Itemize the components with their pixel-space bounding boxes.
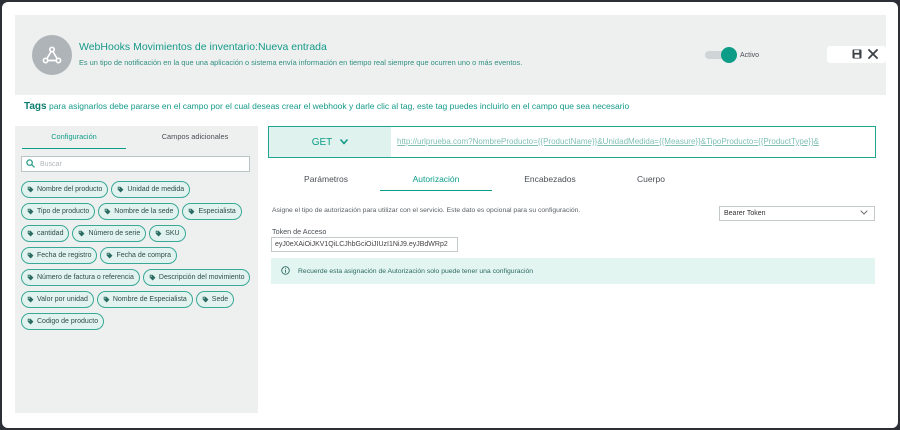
auth-type-select[interactable]: Bearer Token xyxy=(719,206,875,221)
search-icon xyxy=(26,155,35,173)
tag-label: cantidad xyxy=(37,230,64,237)
tag-icon xyxy=(27,274,34,281)
auth-note: Asigne el tipo de autorización para util… xyxy=(272,207,581,214)
tag-label: Descripción del movimiento xyxy=(158,274,245,281)
page-description: Es un tipo de notificación en la que una… xyxy=(79,58,523,67)
tag-icon xyxy=(27,296,34,303)
tag-chip[interactable]: Nombre de Especialista xyxy=(96,291,193,308)
url-field[interactable]: http://urlprueba.com?NombreProducto={{Pr… xyxy=(397,137,873,146)
chevron-down-icon xyxy=(860,210,868,217)
token-input[interactable]: eyJ0eXAiOiJKV1QiLCJhbGciOiJIUzI1NiJ9.eyJ… xyxy=(271,237,458,252)
tags-panel-tabs: Configuración Campos adicionales xyxy=(15,131,258,151)
tab-cuerpo[interactable]: Cuerpo xyxy=(598,172,704,191)
tag-label: Fecha de compra xyxy=(116,252,171,259)
webhook-icon xyxy=(32,35,72,75)
tag-icon xyxy=(27,208,34,215)
tab-parametros[interactable]: Parámetros xyxy=(272,172,380,191)
tag-icon xyxy=(189,208,195,215)
toggle-knob xyxy=(721,47,737,63)
tag-chip[interactable]: Nombre de la sede xyxy=(98,203,180,220)
tag-label: Número de factura o referencia xyxy=(37,274,134,281)
tag-label: Codigo de producto xyxy=(37,318,99,325)
tag-chip[interactable]: Especialista xyxy=(182,203,242,220)
tag-chip[interactable]: SKU xyxy=(149,225,186,242)
tag-icon xyxy=(79,230,85,237)
tag-chip[interactable]: Fecha de registro xyxy=(21,247,98,264)
tag-chip[interactable]: Descripción del movimiento xyxy=(142,269,251,286)
auth-alert-text: Recuerde esta asignación de Autorización… xyxy=(298,267,534,275)
tags-help-strong: Tags xyxy=(24,101,47,112)
tag-icon xyxy=(202,296,209,303)
tag-label: Tipo de producto xyxy=(37,208,90,215)
tag-icon xyxy=(149,274,156,281)
tab-encabezados[interactable]: Encabezados xyxy=(494,172,606,191)
tags-help-body: para asignarlos debe pararse en el campo… xyxy=(46,101,630,111)
tab-campos-adicionales[interactable]: Campos adicionales xyxy=(145,131,245,149)
tag-chip[interactable]: Número de factura o referencia xyxy=(21,269,140,286)
save-icon[interactable] xyxy=(852,46,862,64)
search-input[interactable] xyxy=(40,160,240,168)
tags-help-text: Tags para asignarlos debe pararse en el … xyxy=(24,101,629,112)
tag-chip[interactable]: Unidad de medida xyxy=(111,181,191,198)
tag-chip[interactable]: Codigo de producto xyxy=(21,313,105,330)
tag-icon xyxy=(27,230,34,237)
method-label: GET xyxy=(311,136,333,148)
modal-header: WebHooks Movimientos de inventario:Nueva… xyxy=(15,15,886,95)
tag-icon xyxy=(104,208,111,215)
tab-configuracion[interactable]: Configuración xyxy=(22,131,126,149)
tag-icon xyxy=(107,252,113,259)
tag-chip[interactable]: Nombre del producto xyxy=(21,181,109,198)
tag-chip[interactable]: Sede xyxy=(195,291,235,308)
tag-label: Nombre del producto xyxy=(37,186,103,193)
tag-icon xyxy=(27,318,34,325)
tag-label: Fecha de registro xyxy=(37,252,92,259)
tag-chip[interactable]: cantidad xyxy=(21,225,70,242)
tag-icon xyxy=(118,186,124,193)
tag-icon xyxy=(27,186,34,193)
tag-label: Nombre de la sede xyxy=(114,208,174,215)
header-actions xyxy=(827,46,886,63)
tag-search xyxy=(21,156,250,172)
info-icon xyxy=(281,265,290,277)
active-toggle[interactable] xyxy=(705,47,737,63)
tag-label: Unidad de medida xyxy=(127,186,185,193)
tag-label: Nombre de Especialista xyxy=(112,296,187,303)
active-label: Activo xyxy=(740,52,760,59)
token-label: Token de Acceso xyxy=(272,227,327,236)
tab-autorizacion[interactable]: Autorización xyxy=(380,172,492,191)
tag-chip[interactable]: Número de serie xyxy=(72,225,147,242)
tag-label: SKU xyxy=(165,230,180,237)
tag-icon xyxy=(27,252,34,259)
tag-label: Especialista xyxy=(198,208,236,215)
webhook-modal: WebHooks Movimientos de inventario:Nueva… xyxy=(2,2,898,428)
tag-icon xyxy=(103,296,110,303)
tags-panel: Configuración Campos adicionales Nombre … xyxy=(15,126,258,413)
tag-label: Valor por unidad xyxy=(37,296,88,303)
auth-alert: Recuerde esta asignación de Autorización… xyxy=(271,258,875,284)
method-select[interactable]: GET xyxy=(269,127,391,157)
chevron-down-icon xyxy=(340,137,349,148)
request-bar: GET http://urlprueba.com?NombreProducto=… xyxy=(268,126,876,158)
tag-icon xyxy=(155,230,162,237)
tag-chip[interactable]: Valor por unidad xyxy=(21,291,94,308)
request-tabs: Parámetros Autorización Encabezados Cuer… xyxy=(270,172,870,192)
auth-type-value: Bearer Token xyxy=(724,210,766,217)
tag-label: Número de serie xyxy=(88,230,141,237)
tag-list: Nombre del producto Unidad de medida Tipo … xyxy=(21,181,253,330)
tag-chip[interactable]: Tipo de producto xyxy=(21,203,96,220)
tag-label: Sede xyxy=(211,296,229,303)
close-icon[interactable] xyxy=(868,46,878,64)
tag-chip[interactable]: Fecha de compra xyxy=(100,247,177,264)
page-title: WebHooks Movimientos de inventario:Nueva… xyxy=(79,41,327,53)
